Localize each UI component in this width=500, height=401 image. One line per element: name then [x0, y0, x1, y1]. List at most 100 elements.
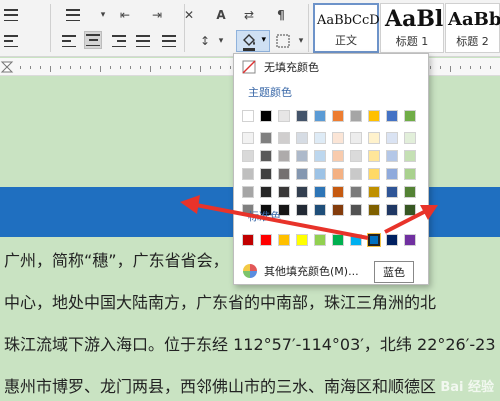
- theme-shade-swatch[interactable]: [332, 168, 344, 180]
- style-preview: AaBl: [385, 6, 444, 32]
- theme-shade-swatch[interactable]: [368, 168, 380, 180]
- style-preview: AaBbCcDd: [317, 13, 388, 28]
- theme-shade-swatch[interactable]: [278, 150, 290, 162]
- theme-shade-swatch[interactable]: [278, 168, 290, 180]
- theme-shade-swatch[interactable]: [332, 150, 344, 162]
- theme-shade-swatch[interactable]: [332, 132, 344, 144]
- style-preview: AaBb: [448, 9, 500, 30]
- theme-color-swatch[interactable]: [404, 110, 416, 122]
- theme-shade-swatch[interactable]: [350, 186, 362, 198]
- theme-shade-swatch[interactable]: [296, 132, 308, 144]
- theme-color-swatch[interactable]: [242, 110, 254, 122]
- standard-color-swatch[interactable]: [386, 234, 398, 246]
- theme-shade-swatch[interactable]: [314, 150, 326, 162]
- theme-shade-swatch[interactable]: [242, 132, 254, 144]
- theme-shade-swatch[interactable]: [368, 132, 380, 144]
- theme-shade-swatch[interactable]: [404, 132, 416, 144]
- standard-color-swatch[interactable]: [314, 234, 326, 246]
- theme-shade-swatch[interactable]: [368, 204, 380, 216]
- theme-color-swatch[interactable]: [260, 110, 272, 122]
- numbered-list-icon[interactable]: [64, 6, 82, 24]
- show-formatting-icon[interactable]: ⇄: [240, 6, 258, 24]
- theme-shade-swatch[interactable]: [260, 168, 272, 180]
- theme-shade-swatch[interactable]: [278, 186, 290, 198]
- decrease-indent-icon[interactable]: ⇤: [116, 6, 134, 24]
- standard-color-swatch[interactable]: [278, 234, 290, 246]
- theme-color-swatch[interactable]: [332, 110, 344, 122]
- theme-shade-swatch[interactable]: [386, 186, 398, 198]
- theme-color-swatch[interactable]: [386, 110, 398, 122]
- theme-shade-swatch[interactable]: [296, 186, 308, 198]
- theme-color-swatch[interactable]: [314, 110, 326, 122]
- theme-shade-swatch[interactable]: [260, 150, 272, 162]
- standard-color-swatch[interactable]: [296, 234, 308, 246]
- standard-color-swatch[interactable]: [260, 234, 272, 246]
- standard-color-swatch[interactable]: [350, 234, 362, 246]
- paragraph-line: 中心，地处中国大陆南方，广东省的中南部，珠江三角洲的北: [4, 293, 437, 312]
- theme-shade-swatch[interactable]: [350, 204, 362, 216]
- align-right-icon[interactable]: [110, 32, 128, 50]
- ruler-tick: [450, 66, 451, 72]
- theme-shade-swatch[interactable]: [368, 186, 380, 198]
- theme-color-swatch[interactable]: [278, 110, 290, 122]
- theme-shade-swatch[interactable]: [404, 186, 416, 198]
- theme-shade-swatch[interactable]: [350, 168, 362, 180]
- theme-shade-swatch[interactable]: [242, 150, 254, 162]
- ruler-tick: [110, 66, 111, 69]
- theme-shade-swatch[interactable]: [332, 204, 344, 216]
- theme-shade-swatch[interactable]: [314, 186, 326, 198]
- indent-marker-icon[interactable]: [0, 58, 14, 76]
- theme-shade-swatch[interactable]: [260, 132, 272, 144]
- theme-shade-swatch[interactable]: [386, 150, 398, 162]
- theme-shade-swatch[interactable]: [242, 168, 254, 180]
- text-direction-icon[interactable]: A: [212, 6, 230, 24]
- theme-shade-swatch[interactable]: [314, 204, 326, 216]
- style-normal[interactable]: AaBbCcDd 正文: [313, 3, 388, 53]
- shading-button[interactable]: ▾: [236, 30, 270, 52]
- standard-color-swatch[interactable]: [332, 234, 344, 246]
- theme-shade-swatch[interactable]: [404, 168, 416, 180]
- sort-icon[interactable]: ✕: [180, 6, 198, 24]
- theme-shade-swatch[interactable]: [296, 150, 308, 162]
- ruler-tick: [60, 66, 61, 69]
- theme-shade-swatch[interactable]: [404, 204, 416, 216]
- theme-shade-swatch[interactable]: [350, 150, 362, 162]
- chevron-down-icon[interactable]: ▾: [212, 32, 230, 50]
- theme-shade-swatch[interactable]: [386, 204, 398, 216]
- theme-shade-swatch[interactable]: [296, 204, 308, 216]
- standard-color-swatch[interactable]: [368, 234, 380, 246]
- increase-indent-icon[interactable]: ⇥: [148, 6, 166, 24]
- theme-shade-swatch[interactable]: [386, 132, 398, 144]
- standard-color-swatch[interactable]: [242, 234, 254, 246]
- distributed-icon[interactable]: [160, 32, 178, 50]
- ruler-tick: [90, 66, 91, 69]
- borders-icon[interactable]: [274, 32, 292, 50]
- align-center-icon[interactable]: [84, 31, 102, 49]
- standard-color-swatch[interactable]: [404, 234, 416, 246]
- no-fill-option[interactable]: 无填充颜色: [234, 56, 428, 78]
- theme-shade-swatch[interactable]: [296, 168, 308, 180]
- theme-shade-swatch[interactable]: [368, 150, 380, 162]
- theme-shade-swatch[interactable]: [386, 168, 398, 180]
- chevron-down-icon[interactable]: ▾: [94, 6, 112, 24]
- theme-shade-swatch[interactable]: [314, 168, 326, 180]
- theme-shade-swatch[interactable]: [314, 132, 326, 144]
- justify-icon[interactable]: [134, 32, 152, 50]
- theme-color-swatch[interactable]: [350, 110, 362, 122]
- theme-shade-swatch[interactable]: [332, 186, 344, 198]
- bullet-list-icon[interactable]: [2, 6, 20, 24]
- paragraph-mark-icon[interactable]: ¶: [272, 6, 290, 24]
- ruler-tick: [490, 66, 491, 69]
- theme-shade-swatch[interactable]: [350, 132, 362, 144]
- chevron-down-icon[interactable]: ▾: [261, 35, 266, 45]
- theme-color-swatch[interactable]: [296, 110, 308, 122]
- align-left-icon[interactable]: [2, 32, 20, 50]
- theme-shade-swatch[interactable]: [260, 186, 272, 198]
- align-left-icon[interactable]: [60, 32, 78, 50]
- theme-shade-swatch[interactable]: [242, 186, 254, 198]
- theme-shade-swatch[interactable]: [278, 132, 290, 144]
- theme-shade-swatch[interactable]: [404, 150, 416, 162]
- style-heading-2[interactable]: AaBb 标题 2: [445, 3, 500, 53]
- theme-color-swatch[interactable]: [368, 110, 380, 122]
- style-heading-1[interactable]: AaBl 标题 1: [380, 3, 444, 53]
